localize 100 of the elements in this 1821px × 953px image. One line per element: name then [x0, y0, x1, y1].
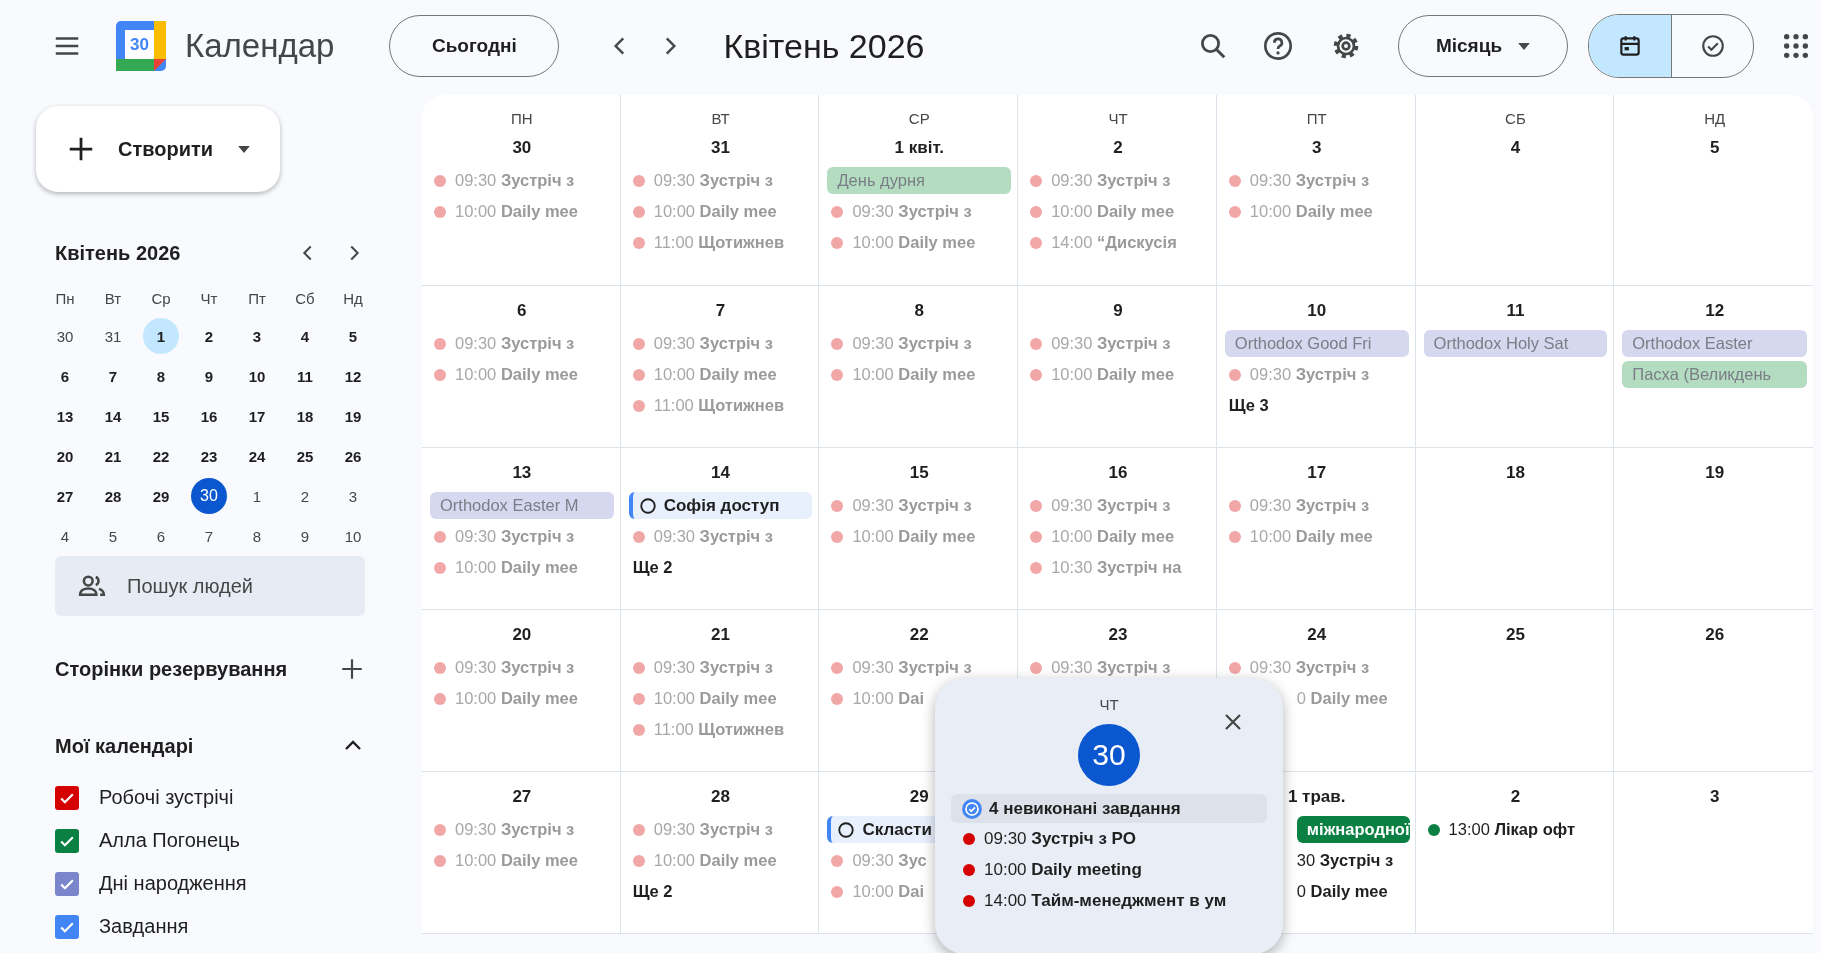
mini-calendar-day[interactable]: 22 [143, 438, 179, 474]
mini-calendar-day[interactable]: 8 [239, 518, 275, 554]
calendar-event[interactable]: 0 Daily mee [1296, 882, 1388, 901]
search-icon[interactable] [1198, 31, 1228, 61]
day-number[interactable]: 19 [1705, 456, 1725, 490]
mini-calendar-day[interactable]: 23 [191, 438, 227, 474]
day-number[interactable]: 25 [1505, 618, 1525, 652]
mini-calendar-day[interactable]: 11 [287, 358, 323, 394]
mini-calendar-day[interactable]: 1 [239, 478, 275, 514]
day-number[interactable]: 14 [711, 456, 730, 490]
day-number[interactable]: 24 [1307, 618, 1327, 652]
calendar-event[interactable]: 10:00 Daily meeting [984, 859, 1142, 880]
mini-calendar-day[interactable]: 13 [47, 398, 83, 434]
day-number[interactable]: 6 [517, 294, 527, 328]
mini-calendar-day[interactable]: 31 [95, 318, 131, 354]
mini-calendar-day[interactable]: 29 [143, 478, 179, 514]
calendar-view-toggle[interactable] [1589, 15, 1671, 77]
mini-calendar-day[interactable]: 6 [47, 358, 83, 394]
day-number[interactable]: 11 [1506, 294, 1525, 328]
day-number[interactable]: 3 [1709, 780, 1720, 814]
mini-calendar-day[interactable]: 4 [287, 318, 323, 354]
day-number[interactable]: 18 [1505, 456, 1525, 490]
mini-calendar-day[interactable]: 25 [287, 438, 323, 474]
day-number[interactable]: 15 [909, 456, 929, 490]
all-day-event[interactable]: міжнародної [1296, 816, 1410, 843]
more-events-link[interactable]: Ще 2 [628, 882, 673, 901]
day-number[interactable]: 28 [711, 780, 730, 814]
mini-calendar-day[interactable]: 8 [143, 358, 179, 394]
day-number[interactable]: 1 трав. [1287, 780, 1346, 814]
more-events-link[interactable]: Ще 3 [1224, 396, 1269, 415]
day-number[interactable]: 3 [1311, 131, 1322, 165]
day-number[interactable]: 27 [512, 780, 532, 814]
day-number[interactable]: 2 [1510, 780, 1521, 814]
people-search-field[interactable]: Пошук людей [55, 556, 365, 616]
create-button[interactable]: Створити [36, 106, 280, 192]
day-number[interactable]: 21 [711, 618, 730, 652]
weekday-label: ПТ [1305, 109, 1328, 129]
mini-calendar-day[interactable]: 9 [191, 358, 227, 394]
day-number[interactable]: 23 [1108, 618, 1128, 652]
mini-calendar-day[interactable]: 24 [239, 438, 275, 474]
day-number[interactable]: 4 [1510, 131, 1521, 165]
calendar-checkbox[interactable] [55, 871, 79, 896]
day-number[interactable]: 2 [1113, 131, 1123, 165]
mini-calendar-day[interactable]: 10 [239, 358, 275, 394]
tasks-summary[interactable]: 4 невиконані завдання [951, 794, 1267, 823]
mini-calendar-day[interactable]: 6 [143, 518, 179, 554]
mini-calendar-day[interactable]: 26 [335, 438, 371, 474]
more-events-link[interactable]: Ще 2 [628, 558, 673, 577]
mini-calendar-day[interactable]: 9 [287, 518, 323, 554]
mini-calendar-day[interactable]: 2 [191, 318, 227, 354]
mini-calendar-day[interactable]: 12 [335, 358, 371, 394]
day-number[interactable]: 8 [914, 294, 924, 328]
day-number[interactable]: 12 [1705, 294, 1725, 328]
day-number[interactable]: 22 [909, 618, 929, 652]
mini-calendar-day[interactable]: 15 [143, 398, 179, 434]
mini-calendar-day[interactable]: 14 [95, 398, 131, 434]
mini-calendar-day[interactable]: 27 [47, 478, 83, 514]
add-icon[interactable] [339, 656, 365, 682]
mini-calendar-day[interactable]: 30 [47, 318, 83, 354]
mini-calendar-day[interactable]: 5 [95, 518, 131, 554]
day-number[interactable]: 9 [1113, 294, 1123, 328]
mini-calendar-day[interactable]: 2 [287, 478, 323, 514]
calendar-checkbox[interactable] [55, 785, 79, 810]
calendar-checkbox[interactable] [55, 914, 79, 939]
day-number[interactable]: 16 [1108, 456, 1128, 490]
mini-calendar-day[interactable]: 3 [335, 478, 371, 514]
day-number[interactable]: 7 [715, 294, 726, 328]
mini-calendar-day[interactable]: 7 [191, 518, 227, 554]
calendar-event[interactable]: 13:00 Лікар офт [1448, 820, 1576, 839]
calendar-event[interactable]: 30 Зустріч з [1296, 851, 1394, 870]
day-number[interactable]: 29 [909, 780, 929, 814]
day-number[interactable]: 30 [512, 131, 532, 165]
mini-calendar-day[interactable]: 16 [191, 398, 227, 434]
mini-calendar-day[interactable]: 1 [143, 318, 179, 354]
day-number[interactable]: 31 [711, 131, 730, 165]
mini-calendar-day[interactable]: 18 [287, 398, 323, 434]
day-number[interactable]: 20 [512, 618, 532, 652]
day-number[interactable]: 17 [1307, 456, 1327, 490]
task-event[interactable]: Софія доступ [628, 492, 813, 519]
day-number[interactable]: 26 [1705, 618, 1725, 652]
mini-calendar-day[interactable]: 17 [239, 398, 275, 434]
people-search-field[interactable]: Пошук людей [125, 573, 349, 599]
day-number[interactable]: 5 [1709, 131, 1720, 165]
calendar-checkbox[interactable] [55, 828, 79, 853]
mini-calendar-day[interactable]: 28 [95, 478, 131, 514]
mini-calendar-day[interactable]: 21 [95, 438, 131, 474]
mini-calendar-day[interactable]: 5 [335, 318, 371, 354]
mini-calendar-day[interactable]: 3 [239, 318, 275, 354]
mini-calendar-day[interactable]: 20 [47, 438, 83, 474]
mini-calendar-day[interactable]: 19 [335, 398, 371, 434]
mini-calendar-day[interactable]: 7 [95, 358, 131, 394]
day-number[interactable]: 1 квіт. [894, 131, 944, 165]
help-icon[interactable] [1262, 30, 1294, 62]
mini-calendar-day[interactable]: 10 [335, 518, 371, 554]
day-number[interactable]: 13 [512, 456, 532, 490]
mini-calendar-day[interactable]: 30 [191, 478, 227, 514]
calendar-event[interactable]: 14:00 Тайм-менеджмент в ум [984, 890, 1227, 911]
day-number[interactable]: 10 [1307, 294, 1327, 328]
mini-calendar-day[interactable]: 4 [47, 518, 83, 554]
apps-grid-icon[interactable] [1782, 32, 1810, 60]
